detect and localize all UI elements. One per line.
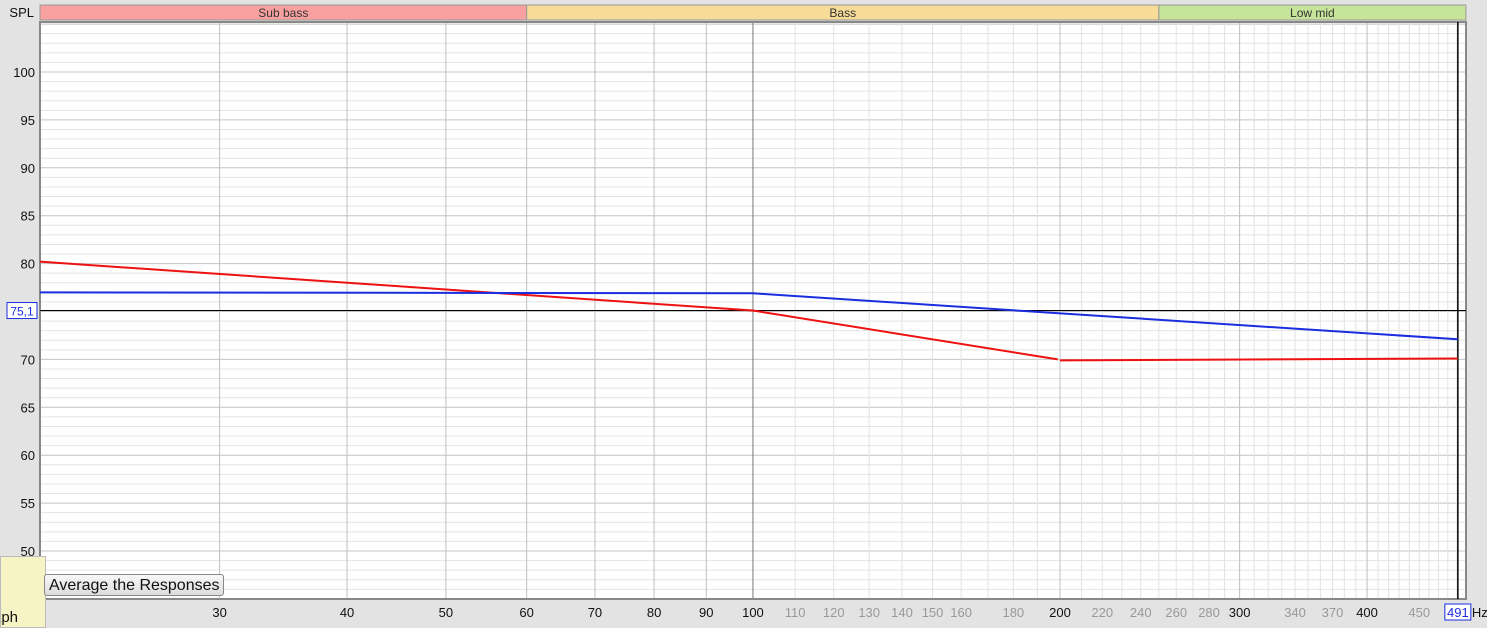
x-tick-label: 40 bbox=[340, 605, 354, 620]
y-tick-label: 85 bbox=[21, 209, 35, 224]
band-label: Low mid bbox=[1290, 6, 1335, 20]
x-tick-label-minor: 110 bbox=[785, 605, 806, 620]
x-tick-label-minor: 370 bbox=[1322, 605, 1344, 620]
average-responses-button[interactable]: Average the Responses bbox=[44, 574, 225, 596]
x-tick-label-minor: 160 bbox=[950, 605, 972, 620]
x-tick-label-minor: 140 bbox=[891, 605, 913, 620]
x-tick-label: 50 bbox=[439, 605, 453, 620]
y-tick-label: 90 bbox=[21, 161, 35, 176]
y-tick-label: 95 bbox=[21, 113, 35, 128]
x-tick-label-minor: 450 bbox=[1408, 605, 1430, 620]
x-tick-label-minor: 130 bbox=[858, 605, 880, 620]
y-tick-label: 60 bbox=[21, 448, 35, 463]
x-unit-label: Hz bbox=[1472, 605, 1487, 620]
x-tick-label-minor: 120 bbox=[823, 605, 845, 620]
band-label: Sub bass bbox=[258, 6, 308, 20]
cursor-y-readout: 75,1 bbox=[10, 305, 34, 319]
y-tick-label: 70 bbox=[21, 352, 35, 367]
tooltip-text: aph bbox=[1, 609, 19, 626]
x-tick-label-minor: 240 bbox=[1130, 605, 1152, 620]
x-tick-label-minor: 280 bbox=[1198, 605, 1220, 620]
x-tick-label: 400 bbox=[1356, 605, 1378, 620]
x-tick-label: 80 bbox=[647, 605, 661, 620]
x-tick-label: 30 bbox=[212, 605, 226, 620]
x-tick-label-minor: 180 bbox=[1002, 605, 1024, 620]
x-tick-label-minor: 260 bbox=[1165, 605, 1187, 620]
cursor-x-readout: 491 bbox=[1447, 605, 1469, 620]
x-tick-label: 200 bbox=[1049, 605, 1071, 620]
x-tick-label: 300 bbox=[1229, 605, 1251, 620]
x-tick-label: 90 bbox=[699, 605, 713, 620]
y-tick-label: 100 bbox=[13, 65, 35, 80]
x-tick-label-minor: 150 bbox=[922, 605, 944, 620]
x-tick-label: 100 bbox=[742, 605, 764, 620]
x-tick-label: 70 bbox=[588, 605, 602, 620]
band-label: Bass bbox=[829, 6, 856, 20]
y-tick-label: 65 bbox=[21, 400, 35, 415]
x-tick-label: 60 bbox=[519, 605, 533, 620]
tooltip-panel: aph bbox=[0, 556, 46, 628]
frequency-response-chart[interactable]: Sub bassBassLow midSPL505560657075808590… bbox=[0, 0, 1487, 624]
y-axis-label: SPL bbox=[9, 5, 34, 20]
x-tick-label-minor: 340 bbox=[1284, 605, 1306, 620]
x-tick-label-minor: 220 bbox=[1091, 605, 1113, 620]
y-tick-label: 80 bbox=[21, 257, 35, 272]
y-tick-label: 55 bbox=[21, 496, 35, 511]
